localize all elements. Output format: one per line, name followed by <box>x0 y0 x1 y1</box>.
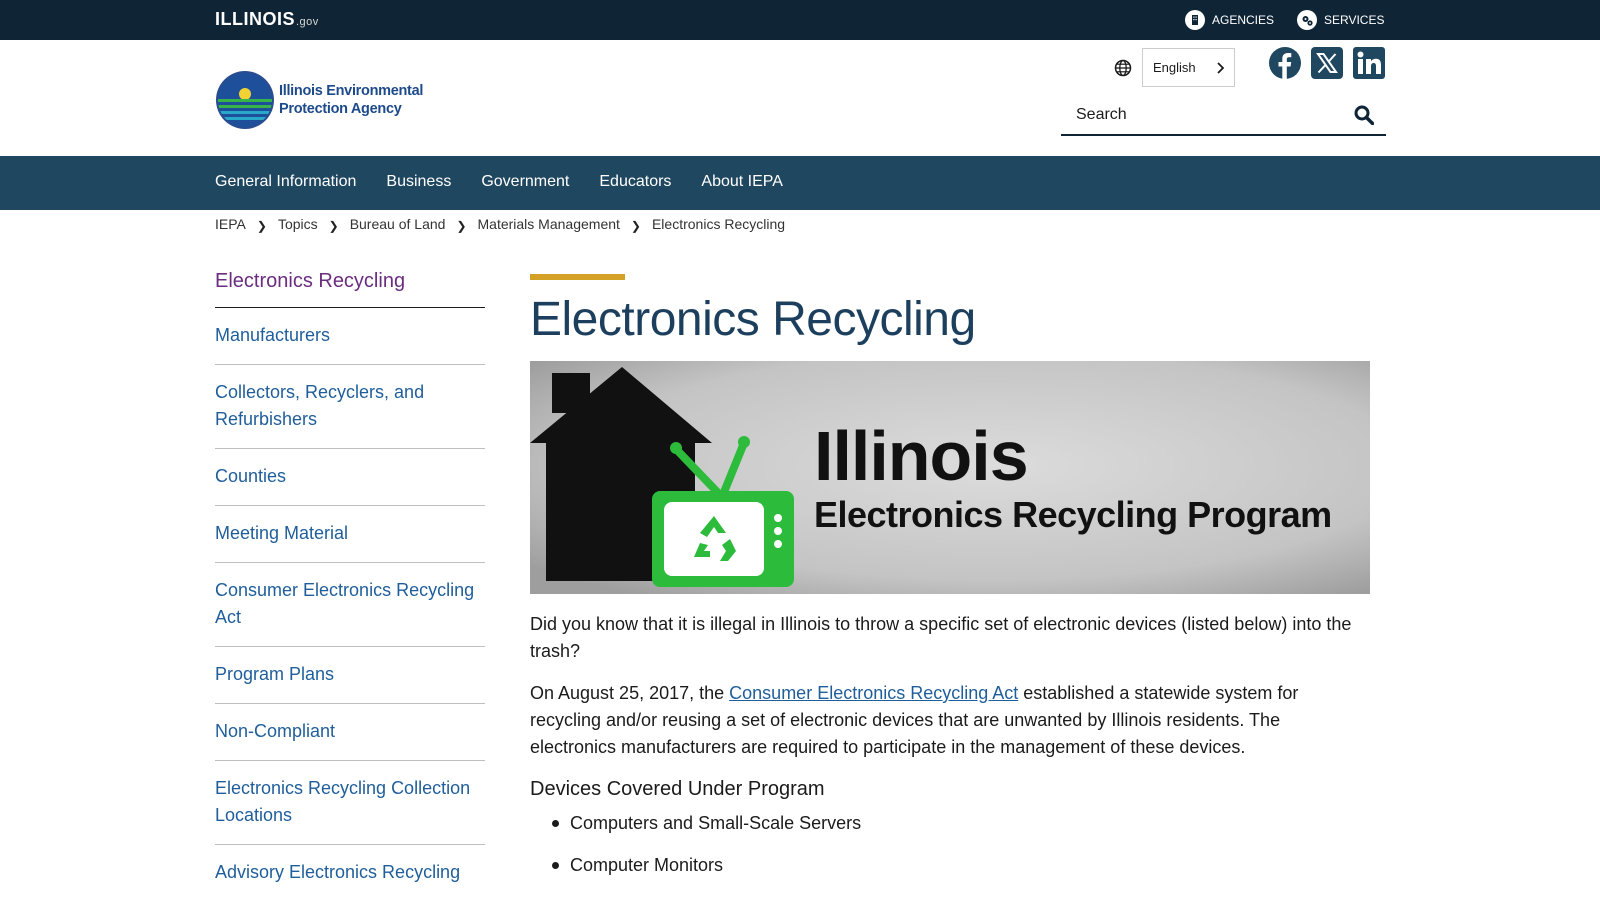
services-label: SERVICES <box>1324 13 1385 27</box>
hero-title: Illinois <box>814 417 1029 495</box>
section-sidebar: Electronics Recycling Manufacturers Coll… <box>215 270 485 900</box>
main-content: Electronics Recycling Illinois Electroni… <box>530 274 1370 895</box>
intro-paragraph: Did you know that it is illegal in Illin… <box>530 614 1352 661</box>
sidebar-item-manufacturers[interactable]: Manufacturers <box>215 308 485 365</box>
breadcrumb-materials-management[interactable]: Materials Management <box>478 216 620 232</box>
list-item: Computers and Small-Scale Servers <box>530 811 1370 835</box>
sidebar-item-collection-locations[interactable]: Electronics Recycling Collection Locatio… <box>215 761 485 845</box>
gears-icon <box>1297 10 1317 30</box>
search-input[interactable]: Search <box>1076 106 1127 124</box>
iepa-logo[interactable]: Illinois Environmental Protection Agency <box>215 70 423 130</box>
language-value: English <box>1153 60 1196 75</box>
hero-banner: Illinois Electronics Recycling Program <box>530 361 1370 594</box>
act-text-before: On August 25, 2017, the <box>530 683 730 703</box>
globe-icon <box>1114 59 1132 76</box>
breadcrumb-bureau-of-land[interactable]: Bureau of Land <box>350 216 446 232</box>
sidebar-item-program-plans[interactable]: Program Plans <box>215 647 485 704</box>
sidebar-item-advisory[interactable]: Advisory Electronics Recycling <box>215 845 485 900</box>
chevron-right-icon: ❯ <box>256 219 267 233</box>
nav-business[interactable]: Business <box>386 173 451 191</box>
devices-list: Computers and Small-Scale Servers Comput… <box>530 811 1370 877</box>
language-selector[interactable]: English <box>1114 48 1235 87</box>
sidebar-item-non-compliant[interactable]: Non-Compliant <box>215 704 485 761</box>
sidebar-item-collectors[interactable]: Collectors, Recyclers, and Refurbishers <box>215 365 485 449</box>
act-paragraph: On August 25, 2017, the Consumer Electro… <box>530 680 1370 761</box>
chevron-right-icon: ❯ <box>456 219 467 233</box>
nav-general-information[interactable]: General Information <box>215 173 356 191</box>
breadcrumb: IEPA ❯ Topics ❯ Bureau of Land ❯ Materia… <box>215 216 786 233</box>
nav-government[interactable]: Government <box>481 173 569 191</box>
site-search[interactable]: Search <box>1061 96 1386 136</box>
building-icon <box>1185 10 1205 30</box>
chevron-right-icon: ❯ <box>328 219 339 233</box>
services-link[interactable]: SERVICES <box>1297 10 1384 30</box>
main-navigation: General Information Business Government … <box>0 156 1600 210</box>
linkedin-icon[interactable] <box>1353 47 1385 79</box>
facebook-icon[interactable] <box>1269 47 1301 79</box>
breadcrumb-iepa[interactable]: IEPA <box>215 216 246 232</box>
sidebar-item-recycling-act[interactable]: Consumer Electronics Recycling Act <box>215 563 485 647</box>
agency-name: Illinois Environmental Protection Agency <box>279 82 423 118</box>
list-item: Computer Monitors <box>530 853 1370 877</box>
breadcrumb-current: Electronics Recycling <box>651 216 786 232</box>
state-topbar: ILLINOIS.gov AGENCIES SERVICES <box>0 0 1600 40</box>
recycling-act-link[interactable]: Consumer Electronics Recycling Act <box>729 683 1018 703</box>
language-dropdown[interactable]: English <box>1142 48 1235 87</box>
illinois-logo-suffix: .gov <box>296 16 319 28</box>
chevron-right-icon <box>1217 61 1224 74</box>
nav-educators[interactable]: Educators <box>599 173 671 191</box>
title-accent-bar <box>530 274 625 280</box>
illinois-logo-text: ILLINOIS <box>215 9 295 29</box>
agencies-label: AGENCIES <box>1212 13 1275 27</box>
illinois-gov-logo[interactable]: ILLINOIS.gov <box>215 9 319 30</box>
sidebar-item-counties[interactable]: Counties <box>215 449 485 506</box>
devices-heading: Devices Covered Under Program <box>530 778 825 800</box>
search-icon[interactable] <box>1354 105 1374 125</box>
nav-about-iepa[interactable]: About IEPA <box>701 173 783 191</box>
sidebar-item-meeting-material[interactable]: Meeting Material <box>215 506 485 563</box>
agency-name-line1: Illinois Environmental <box>279 83 424 99</box>
x-icon[interactable] <box>1311 47 1343 79</box>
agency-name-line2: Protection Agency <box>279 101 402 117</box>
breadcrumb-topics[interactable]: Topics <box>278 216 318 232</box>
page-title: Electronics Recycling <box>530 293 976 346</box>
iepa-seal-icon <box>216 71 274 129</box>
sidebar-heading[interactable]: Electronics Recycling <box>215 270 485 308</box>
chevron-right-icon: ❯ <box>630 219 641 233</box>
hero-subtitle: Electronics Recycling Program <box>814 494 1332 535</box>
agencies-link[interactable]: AGENCIES <box>1185 10 1274 30</box>
